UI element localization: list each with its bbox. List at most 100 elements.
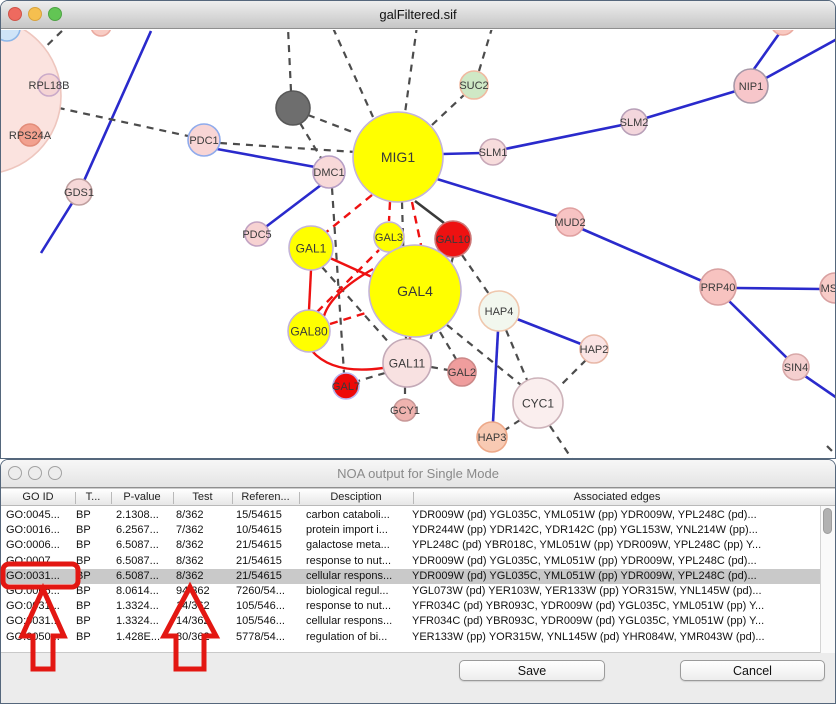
- network-edge: [412, 202, 421, 245]
- network-edge: [506, 330, 527, 380]
- network-edge: [312, 351, 383, 370]
- node-label: PRP40: [701, 282, 736, 294]
- node-label: SUC2: [459, 80, 488, 92]
- node-label: SLM1: [479, 147, 508, 159]
- column-separator[interactable]: [413, 492, 414, 504]
- table-cell: 10/54615: [236, 523, 302, 538]
- table-cell: YFR034C (pd) YBR093C, YDR009W (pd) YGL03…: [412, 614, 820, 629]
- table-cell: YFR034C (pd) YBR093C, YDR009W (pd) YGL03…: [412, 599, 820, 614]
- large-pale-node[interactable]: [1, 30, 61, 174]
- table-cell: 8/362: [176, 508, 234, 523]
- save-button[interactable]: Save: [459, 660, 605, 681]
- window-title: galFiltered.sif: [1, 7, 835, 22]
- table-row[interactable]: GO:0065...BP8.0614...94/3627260/54...bio…: [1, 584, 821, 599]
- network-edge: [437, 179, 557, 216]
- network-edge: [729, 301, 787, 358]
- node-label: GAL4: [397, 283, 433, 299]
- network-window-titlebar[interactable]: galFiltered.sif: [1, 1, 835, 29]
- table-cell: YDR009W (pd) YGL035C, YML051W (pp) YDR00…: [412, 569, 820, 584]
- table-cell: 14/362: [176, 614, 234, 629]
- screen: galFiltered.sif RPL18BRPS24AGDS1PDC1PDC5…: [0, 0, 836, 704]
- table-cell: 105/546...: [236, 599, 302, 614]
- table-cell: BP: [76, 599, 114, 614]
- column-header[interactable]: Test: [173, 491, 232, 503]
- column-header[interactable]: Associated edges: [413, 491, 821, 503]
- table-row[interactable]: GO:0031...BP1.3324...14/362105/546...cel…: [1, 614, 821, 629]
- table-cell: 105/546...: [236, 614, 302, 629]
- table-cell: response to nut...: [306, 599, 411, 614]
- cancel-button[interactable]: Cancel: [680, 660, 825, 681]
- gray-node[interactable]: [276, 91, 310, 125]
- table-cell: protein import i...: [306, 523, 411, 538]
- node-label: HAP4: [485, 306, 514, 318]
- column-header[interactable]: GO ID: [1, 491, 75, 503]
- table-row[interactable]: GO:0007...BP6.5087...8/36221/54615respon…: [1, 554, 821, 569]
- column-separator[interactable]: [299, 492, 300, 504]
- table-cell: 21/54615: [236, 554, 302, 569]
- table-header[interactable]: GO IDT...P-valueTestReferen...Desciption…: [1, 488, 836, 506]
- table-cell: BP: [76, 554, 114, 569]
- network-edge: [358, 373, 385, 381]
- noa-window-titlebar[interactable]: NOA output for Single Mode: [1, 460, 835, 488]
- network-edge: [646, 91, 736, 118]
- column-separator[interactable]: [111, 492, 112, 504]
- table-cell: 21/54615: [236, 538, 302, 553]
- column-header[interactable]: P-value: [111, 491, 173, 503]
- column-header[interactable]: T...: [75, 491, 111, 503]
- table-cell: 7/362: [176, 523, 234, 538]
- table-row[interactable]: GO:0006...BP6.5087...8/36221/54615galact…: [1, 538, 821, 553]
- column-header[interactable]: Desciption: [299, 491, 413, 503]
- table-cell: 8/362: [176, 569, 234, 584]
- table-cell: cellular respons...: [306, 614, 411, 629]
- network-edge: [263, 185, 321, 229]
- node-label: GAL80: [290, 324, 328, 338]
- column-header[interactable]: Referen...: [232, 491, 299, 503]
- column-separator[interactable]: [232, 492, 233, 504]
- table-cell: BP: [76, 508, 114, 523]
- network-edge: [309, 270, 311, 310]
- column-separator[interactable]: [75, 492, 76, 504]
- table-cell: GO:0065...: [6, 584, 74, 599]
- network-edge: [405, 30, 417, 113]
- vertical-scrollbar[interactable]: [820, 506, 835, 653]
- network-edge: [736, 288, 821, 289]
- table-cell: 5778/54...: [236, 630, 302, 645]
- network-edge: [220, 143, 355, 152]
- table-row[interactable]: GO:0031...BP6.5087...8/36221/54615cellul…: [1, 569, 821, 584]
- network-edge: [300, 123, 321, 158]
- network-edge: [330, 312, 369, 324]
- table-cell: GO:0007...: [6, 554, 74, 569]
- table-cell: 1.3324...: [116, 614, 174, 629]
- table-cell: GO:0016...: [6, 523, 74, 538]
- node-label: MUD2: [554, 217, 585, 229]
- network-edge: [754, 31, 781, 69]
- table-row[interactable]: GO:0016...BP6.2567...7/36210/54615protei…: [1, 523, 821, 538]
- table-cell: 7260/54...: [236, 584, 302, 599]
- table-cell: BP: [76, 523, 114, 538]
- table-cell: carbon cataboli...: [306, 508, 411, 523]
- table-cell: 6.5087...: [116, 569, 174, 584]
- table-row[interactable]: GO:0050...BP1.428E...80/3625778/54...reg…: [1, 630, 821, 645]
- node-label: HAP3: [478, 432, 507, 444]
- table-row[interactable]: GO:0045...BP2.1308...8/36215/54615carbon…: [1, 508, 821, 523]
- column-separator[interactable]: [173, 492, 174, 504]
- network-edge: [517, 319, 581, 344]
- table-cell: GO:0031...: [6, 599, 74, 614]
- node-label: PDC1: [189, 135, 218, 147]
- table-cell: galactose meta...: [306, 538, 411, 553]
- node-label: SIN4: [784, 362, 808, 374]
- table-cell: GO:0050...: [6, 630, 74, 645]
- network-edge: [288, 30, 291, 91]
- table-row[interactable]: GO:0031...BP1.3324...14/362105/546...res…: [1, 599, 821, 614]
- node-label: MSL1: [821, 283, 836, 295]
- node-label: GAL2: [448, 367, 476, 379]
- table-cell: GO:0031...: [6, 614, 74, 629]
- topright-pink-node[interactable]: [771, 30, 795, 35]
- network-canvas[interactable]: RPL18BRPS24AGDS1PDC1PDC5DMC1MIG1SUC2SLM1…: [1, 30, 836, 459]
- node-label: GCY1: [390, 405, 420, 417]
- table-cell: 1.428E...: [116, 630, 174, 645]
- top-pink-node[interactable]: [91, 30, 111, 36]
- scrollbar-thumb[interactable]: [823, 508, 832, 534]
- table-cell: 94/362: [176, 584, 234, 599]
- network-edge: [389, 202, 390, 221]
